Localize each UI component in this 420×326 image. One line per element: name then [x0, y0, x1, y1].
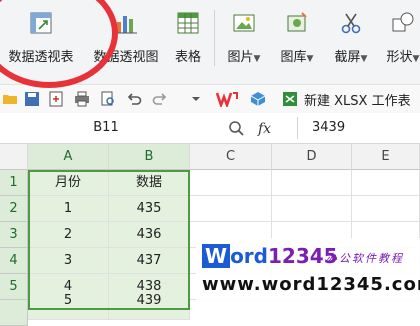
cell-a4[interactable]: 3 — [28, 248, 109, 274]
cell-d1[interactable] — [272, 170, 352, 196]
row-header[interactable]: 4 — [0, 248, 28, 274]
picture-label: 图片 — [227, 50, 254, 65]
chevron-down-icon: ▼ — [306, 54, 314, 64]
table-icon — [177, 12, 199, 34]
shapes-label: 形状 — [386, 50, 413, 65]
name-box[interactable]: B11 — [0, 117, 212, 139]
column-header-a[interactable]: A — [28, 144, 109, 170]
gallery-label-wrap: 图库▼ — [272, 46, 322, 65]
cell-e1[interactable] — [352, 170, 420, 196]
watermark-url: www.word12345.com — [202, 274, 420, 295]
cell-a1[interactable]: 月份 — [28, 170, 109, 196]
chevron-down-icon: ▼ — [253, 54, 261, 64]
row-header[interactable]: 1 — [0, 170, 28, 196]
formula-input[interactable]: 3439 — [297, 117, 420, 139]
column-header-d[interactable]: D — [272, 144, 352, 170]
picture-label-wrap: 图片▼ — [220, 46, 268, 65]
column-header-e[interactable]: E — [352, 144, 420, 170]
watermark-logo: Word12345 — [202, 244, 338, 268]
formula-bar: B11 fx 3439 — [0, 113, 420, 144]
row-header[interactable]: 3 — [0, 222, 28, 248]
print-icon[interactable] — [74, 91, 90, 107]
gallery-button[interactable]: 图库▼ — [272, 6, 322, 66]
column-header-c[interactable]: C — [190, 144, 272, 170]
table-label: 表格 — [174, 50, 201, 65]
row-header[interactable]: 2 — [0, 196, 28, 222]
cell-c1[interactable] — [190, 170, 272, 196]
chevron-down-icon: ▼ — [360, 54, 368, 64]
picture-button[interactable]: 图片▼ — [220, 6, 268, 66]
document-tab[interactable]: 新建 XLSX 工作表 — [304, 90, 411, 109]
screenshot-button[interactable]: 截屏▼ — [326, 6, 376, 66]
shapes-icon — [392, 12, 414, 32]
save-icon[interactable] — [24, 91, 40, 107]
table-button[interactable]: 表格 — [168, 6, 208, 66]
scissors-icon — [341, 13, 361, 34]
cell-a2[interactable]: 1 — [28, 196, 109, 222]
print-preview-icon[interactable] — [100, 91, 116, 107]
column-header-b[interactable]: B — [109, 144, 190, 170]
screenshot-label: 截屏 — [334, 50, 361, 65]
cube-icon[interactable] — [250, 91, 266, 107]
chevron-down-icon: ▼ — [412, 54, 420, 64]
cell-a3[interactable]: 2 — [28, 222, 109, 248]
wps-logo-icon[interactable] — [216, 91, 238, 107]
dropdown-icon[interactable] — [188, 91, 204, 107]
cell-b1[interactable]: 数据 — [109, 170, 190, 196]
cell-b4[interactable]: 437 — [109, 248, 190, 274]
cell-d2[interactable] — [272, 196, 352, 222]
watermark-logo-w: W — [202, 244, 231, 268]
shapes-label-wrap: 形状▼ — [378, 46, 420, 65]
row-header[interactable]: 5 — [0, 274, 28, 300]
gallery-icon — [287, 12, 307, 32]
function-label[interactable]: fx — [258, 121, 271, 137]
row-header[interactable] — [0, 300, 28, 326]
undo-icon[interactable] — [126, 91, 142, 107]
cell-b3[interactable]: 436 — [109, 222, 190, 248]
picture-icon — [233, 14, 255, 32]
spreadsheet-file-icon — [283, 92, 297, 106]
select-all-corner[interactable] — [0, 144, 28, 170]
quick-access-toolbar: 新建 XLSX 工作表 — [0, 84, 420, 114]
watermark-subtitle: 办公软件教程 — [326, 252, 404, 265]
ribbon-separator — [214, 10, 215, 66]
folder-icon[interactable] — [2, 91, 18, 107]
cell-b6[interactable]: 439 — [109, 294, 190, 320]
screenshot-label-wrap: 截屏▼ — [326, 46, 376, 65]
shapes-button[interactable]: 形状▼ — [378, 6, 420, 66]
zoom-icon[interactable] — [228, 120, 244, 136]
watermark-logo-ord: ord — [230, 244, 268, 268]
cell-b2[interactable]: 435 — [109, 196, 190, 222]
redo-icon[interactable] — [152, 91, 168, 107]
cell-e2[interactable] — [352, 196, 420, 222]
gallery-label: 图库 — [280, 50, 307, 65]
cell-c2[interactable] — [190, 196, 272, 222]
cell-a6[interactable]: 5 — [28, 294, 109, 320]
watermark: Word12345 办公软件教程 www.word12345.com — [196, 238, 420, 300]
export-icon[interactable] — [48, 91, 64, 107]
